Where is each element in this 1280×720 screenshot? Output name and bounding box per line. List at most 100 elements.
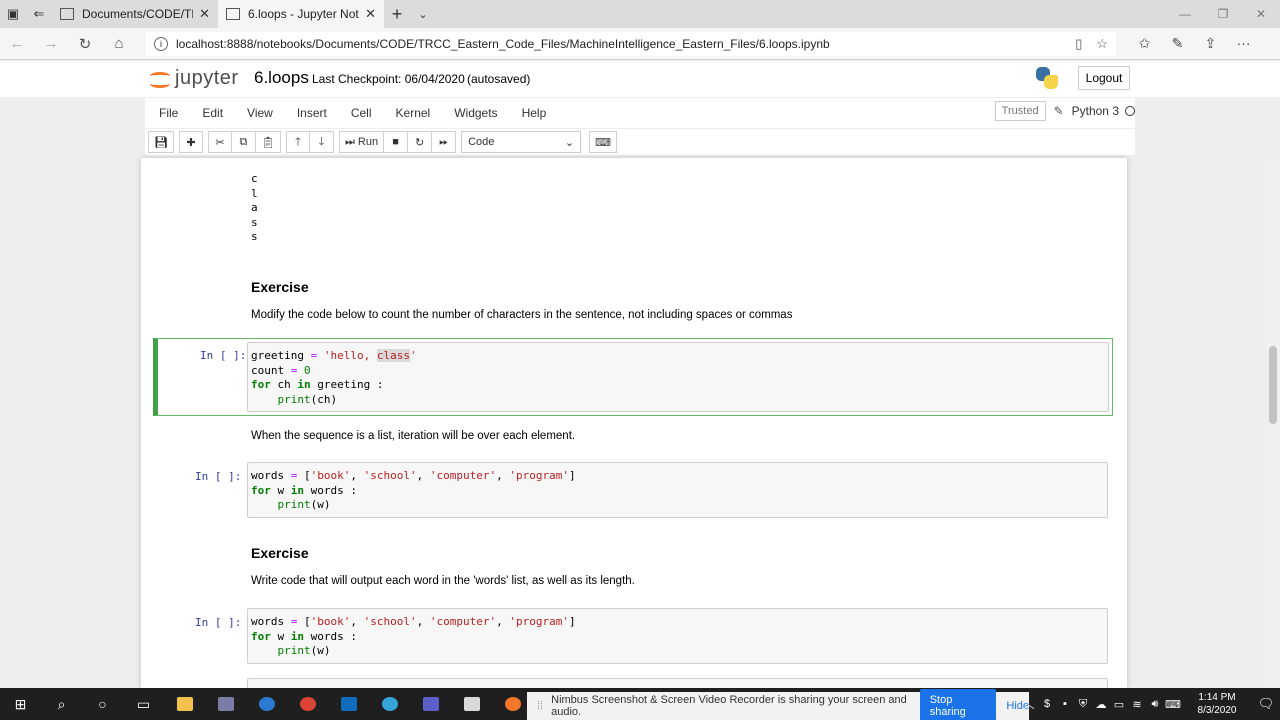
task-view-icon[interactable]: ▭ [123, 688, 164, 720]
trusted-indicator[interactable]: Trusted [994, 101, 1046, 121]
restart-icon[interactable]: ↻ [408, 131, 433, 153]
dollar-icon[interactable]: $ [1038, 698, 1056, 710]
outlook-icon[interactable] [328, 688, 369, 720]
edit-mode-pencil-icon: ✎ [1053, 104, 1064, 118]
tab-actions-icon[interactable]: ▣ [0, 0, 26, 28]
pen-icon[interactable]: ✎ [1161, 35, 1194, 52]
jupyter-header: jupyter 6.loops Last Checkpoint: 06/04/2… [0, 61, 1280, 97]
file-explorer-icon[interactable] [164, 688, 205, 720]
exercise-instructions: Write code that will output each word in… [251, 575, 635, 587]
code-editor[interactable]: greeting = 'hello, class' count = 0 for … [247, 342, 1109, 412]
jupyter-logo-text: jupyter [175, 67, 239, 89]
taskbar-clock[interactable]: 1:14 PM 8/3/2020 [1182, 691, 1252, 717]
kernel-idle-indicator-icon [1125, 106, 1135, 116]
new-tab-button[interactable]: + [384, 0, 410, 28]
clock-date: 8/3/2020 [1197, 705, 1237, 716]
code-editor[interactable]: words = ['book', 'school', 'computer', '… [247, 608, 1108, 664]
volume-icon[interactable]: 🔊︎ [1146, 698, 1164, 711]
output-line: l [251, 186, 258, 200]
jupyter-logo[interactable]: jupyter [150, 67, 239, 90]
app-icon[interactable] [205, 688, 246, 720]
more-icon[interactable]: ··· [1227, 35, 1260, 52]
code-cell[interactable]: In [ ]: words = ['book', 'school', 'comp… [153, 460, 1113, 520]
app-icon[interactable] [369, 688, 410, 720]
interrupt-stop-icon[interactable]: ■ [384, 131, 409, 153]
chrome-icon[interactable] [287, 688, 328, 720]
search-icon[interactable]: ⌕ [41, 688, 82, 720]
notifications-icon[interactable]: 🗨︎ [1252, 696, 1280, 712]
exercise-heading: Exercise [251, 545, 309, 561]
logout-button[interactable]: Logout [1078, 66, 1130, 90]
scrollbar-thumb[interactable] [1269, 346, 1277, 424]
cell-type-select[interactable]: Code ⌄ [461, 131, 582, 153]
browser-tab-notebook[interactable]: 6.loops - Jupyter Noteb ✕ [218, 0, 384, 28]
menu-view[interactable]: View [235, 106, 285, 120]
favorites-icon[interactable]: ✩ [1128, 35, 1161, 52]
command-palette-keyboard-icon[interactable]: ⌨ [589, 131, 617, 153]
reading-view-icon[interactable]: ▯ [1075, 36, 1082, 52]
site-info-icon[interactable]: i [154, 36, 168, 51]
notebook-name[interactable]: 6.loops [254, 68, 309, 88]
run-label: Run [357, 136, 379, 148]
favorite-star-icon[interactable]: ☆ [1096, 36, 1108, 52]
shield-icon[interactable]: ⛨ [1074, 698, 1092, 711]
url-field[interactable]: i localhost:8888/notebooks/Documents/COD… [146, 31, 1116, 56]
copy-icon[interactable]: ⧉ [231, 131, 256, 153]
edge-browser-icon[interactable] [246, 688, 287, 720]
clock-time: 1:14 PM [1198, 692, 1236, 703]
stop-sharing-button[interactable]: Stop sharing [919, 689, 997, 720]
code-cell-selected[interactable]: In [ ]: greeting = 'hello, class' count … [153, 338, 1113, 416]
browser-tab-documents[interactable]: Documents/CODE/TRCC_Ea ✕ [52, 0, 218, 28]
notebook-area: c l a s s Exercise Modify the code below… [0, 158, 1280, 688]
forward-icon[interactable]: → [34, 35, 68, 52]
url-text: localhost:8888/notebooks/Documents/CODE/… [176, 36, 830, 51]
code-cell[interactable]: In [ ]: words = ['book', 'school', 'comp… [153, 606, 1113, 666]
share-icon[interactable]: ⇪ [1194, 35, 1227, 52]
close-window-icon[interactable]: ✕ [1242, 0, 1280, 28]
code-cell[interactable] [153, 676, 1113, 688]
tab-list-chevron-icon[interactable]: ⌄ [410, 0, 436, 28]
notebook-toolbar: 💾︎ ✚ ✂ ⧉ 📋︎ 🡑 🡓 ⏭︎ Run ■ ↻ ⏩︎ Code ⌄ ⌨ [145, 129, 1135, 155]
save-icon[interactable]: 💾︎ [148, 131, 174, 153]
insert-cell-plus-icon[interactable]: ✚ [178, 131, 203, 153]
code-editor[interactable] [247, 678, 1108, 688]
keyboard-icon[interactable]: ⌨ [1164, 698, 1182, 711]
restore-icon[interactable]: ❐ [1204, 0, 1242, 28]
move-down-arrow-icon[interactable]: 🡓 [309, 131, 334, 153]
set-aside-tabs-icon[interactable]: ⇐ [26, 0, 52, 28]
drag-handle-icon[interactable]: ⁞⁞ [537, 700, 543, 712]
home-icon[interactable]: ⌂ [102, 35, 136, 52]
windows-start-icon[interactable]: ⊞ [0, 688, 41, 720]
menu-widgets[interactable]: Widgets [442, 106, 509, 120]
app-icon[interactable] [451, 688, 492, 720]
menu-edit[interactable]: Edit [190, 106, 235, 120]
paste-icon[interactable]: 📋︎ [255, 131, 281, 153]
menu-insert[interactable]: Insert [285, 106, 339, 120]
teams-icon[interactable] [410, 688, 451, 720]
tray-app-icon[interactable]: ▪ [1056, 698, 1074, 710]
menu-kernel[interactable]: Kernel [384, 106, 443, 120]
exercise-instructions: Modify the code below to count the numbe… [251, 309, 793, 321]
cut-icon[interactable]: ✂ [207, 131, 232, 153]
back-icon[interactable]: ← [0, 35, 34, 52]
cell-prompt: In [ ]: [195, 616, 242, 629]
menu-file[interactable]: File [145, 106, 190, 120]
run-button[interactable]: ⏭︎ Run [338, 131, 385, 153]
wifi-icon[interactable]: ≋ [1128, 698, 1146, 711]
sharing-message: Nimbus Screenshot & Screen Video Recorde… [551, 694, 907, 718]
code-editor[interactable]: words = ['book', 'school', 'computer', '… [247, 462, 1108, 518]
close-tab-icon[interactable]: ✕ [365, 6, 376, 22]
cloud-icon[interactable]: ☁ [1092, 698, 1110, 711]
move-up-arrow-icon[interactable]: 🡑 [285, 131, 310, 153]
window-controls: — ❐ ✕ [1166, 0, 1280, 28]
cortana-icon[interactable]: ○ [82, 688, 123, 720]
menu-help[interactable]: Help [510, 106, 559, 120]
tray-chevron-icon[interactable]: ︿ [1020, 696, 1038, 712]
menu-cell[interactable]: Cell [339, 106, 384, 120]
restart-run-all-icon[interactable]: ⏩︎ [432, 131, 457, 153]
refresh-icon[interactable]: ↻ [68, 35, 102, 53]
close-tab-icon[interactable]: ✕ [199, 6, 210, 22]
checkpoint-status: Last Checkpoint: 06/04/2020 [312, 72, 465, 86]
minimize-icon[interactable]: — [1166, 0, 1204, 28]
battery-icon[interactable]: ▭ [1110, 698, 1128, 711]
